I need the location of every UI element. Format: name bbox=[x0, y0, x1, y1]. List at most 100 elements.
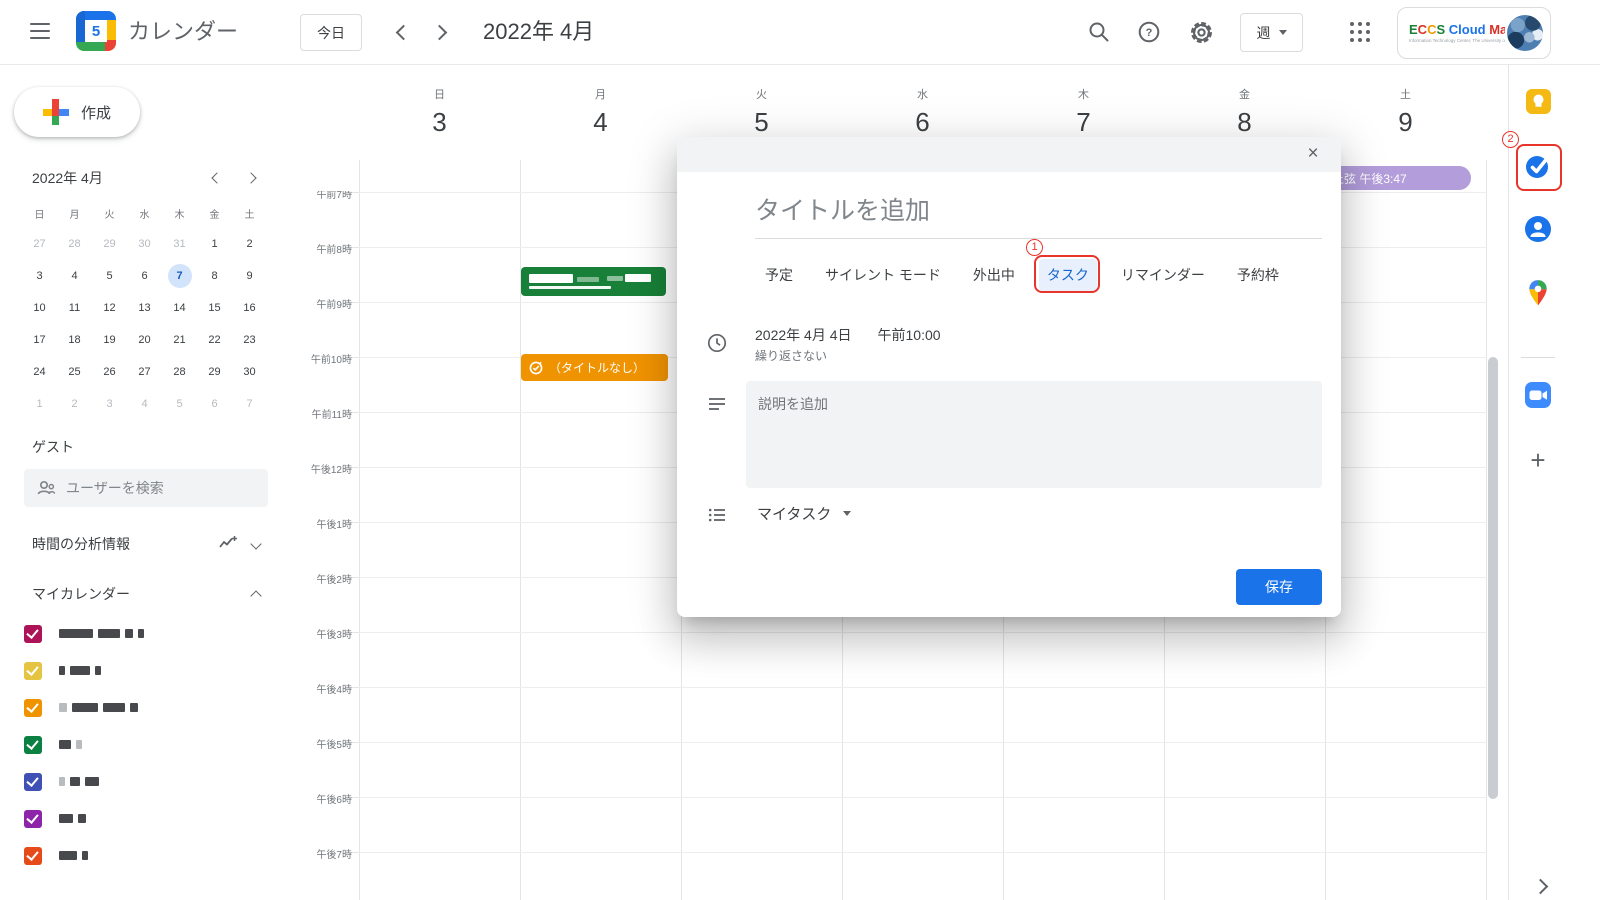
mini-calendar-prev-icon[interactable] bbox=[211, 172, 222, 183]
scrollbar-thumb[interactable] bbox=[1488, 357, 1498, 799]
avatar[interactable] bbox=[1507, 15, 1543, 51]
mini-calendar-day[interactable]: 8 bbox=[197, 260, 232, 292]
mini-calendar-day[interactable]: 27 bbox=[22, 228, 57, 260]
calendar-list-item[interactable] bbox=[24, 689, 274, 726]
prev-week-icon[interactable] bbox=[396, 25, 412, 41]
mini-calendar-day[interactable]: 23 bbox=[232, 324, 267, 356]
calendar-checkbox[interactable] bbox=[24, 662, 42, 680]
mini-calendar-day[interactable]: 1 bbox=[197, 228, 232, 260]
calendar-list-item[interactable] bbox=[24, 800, 274, 837]
mini-calendar-day[interactable]: 24 bbox=[22, 356, 57, 388]
mini-calendar-day[interactable]: 31 bbox=[162, 228, 197, 260]
mini-calendar-day[interactable]: 5 bbox=[162, 388, 197, 420]
mini-calendar-day[interactable]: 30 bbox=[127, 228, 162, 260]
account-card[interactable]: ECCS Cloud Mail Information Technology C… bbox=[1397, 7, 1551, 59]
mini-calendar-day[interactable]: 2 bbox=[57, 388, 92, 420]
mini-calendar-day[interactable]: 13 bbox=[127, 292, 162, 324]
chevron-down-icon[interactable] bbox=[250, 538, 261, 549]
mini-calendar-day[interactable]: 28 bbox=[57, 228, 92, 260]
next-week-icon[interactable] bbox=[432, 25, 448, 41]
mini-calendar-day[interactable]: 5 bbox=[92, 260, 127, 292]
mini-calendar-day[interactable]: 16 bbox=[232, 292, 267, 324]
datetime-row[interactable]: 2022年 4月 4日 午前10:00 bbox=[755, 325, 941, 345]
description-textarea[interactable]: 説明を追加 bbox=[746, 381, 1322, 488]
settings-gear-icon[interactable] bbox=[1188, 19, 1214, 45]
day-header-number[interactable]: 3 bbox=[432, 107, 446, 138]
event-task-untitled[interactable]: （タイトルなし） bbox=[521, 354, 668, 381]
mini-calendar-day[interactable]: 17 bbox=[22, 324, 57, 356]
task-list-selector[interactable]: マイタスク bbox=[757, 503, 851, 524]
mini-calendar-day[interactable]: 14 bbox=[162, 292, 197, 324]
mini-calendar-day[interactable]: 20 bbox=[127, 324, 162, 356]
mini-calendar-day[interactable]: 6 bbox=[127, 260, 162, 292]
tab[interactable]: 予約枠 bbox=[1237, 265, 1279, 285]
mini-calendar-day[interactable]: 3 bbox=[92, 388, 127, 420]
tasks-icon[interactable] bbox=[1518, 146, 1558, 186]
view-selector-dropdown[interactable]: 週 bbox=[1240, 13, 1303, 52]
calendar-list-item[interactable] bbox=[24, 763, 274, 800]
calendar-checkbox[interactable] bbox=[24, 736, 42, 754]
zoom-icon[interactable] bbox=[1518, 375, 1558, 415]
mini-calendar-day[interactable]: 3 bbox=[22, 260, 57, 292]
mini-calendar-next-icon[interactable] bbox=[245, 172, 256, 183]
mini-calendar-day[interactable]: 15 bbox=[197, 292, 232, 324]
mini-calendar-day[interactable]: 10 bbox=[22, 292, 57, 324]
mini-calendar-day[interactable]: 19 bbox=[92, 324, 127, 356]
tab[interactable]: リマインダー bbox=[1121, 265, 1205, 285]
calendar-checkbox[interactable] bbox=[24, 810, 42, 828]
help-icon[interactable]: ? bbox=[1136, 19, 1162, 45]
mini-calendar-day[interactable]: 22 bbox=[197, 324, 232, 356]
mini-calendar-day[interactable]: 1 bbox=[22, 388, 57, 420]
calendar-list-item[interactable] bbox=[24, 837, 274, 874]
tab[interactable]: 予定 bbox=[765, 265, 793, 285]
google-apps-grid-icon[interactable] bbox=[1348, 20, 1372, 44]
mini-calendar-day[interactable]: 12 bbox=[92, 292, 127, 324]
my-calendars-row[interactable]: マイカレンダー bbox=[32, 584, 260, 604]
get-addons-button[interactable]: + bbox=[1518, 440, 1558, 480]
calendar-logo[interactable]: 5 bbox=[76, 11, 116, 51]
save-button[interactable]: 保存 bbox=[1236, 569, 1322, 605]
tab[interactable]: サイレント モード bbox=[825, 265, 941, 285]
expand-panel-icon[interactable] bbox=[1533, 879, 1549, 895]
calendar-checkbox[interactable] bbox=[24, 773, 42, 791]
guest-search-box[interactable] bbox=[24, 469, 268, 507]
day-header-number[interactable]: 9 bbox=[1398, 107, 1412, 138]
mini-calendar-day[interactable]: 21 bbox=[162, 324, 197, 356]
mini-calendar-day[interactable]: 4 bbox=[57, 260, 92, 292]
close-icon[interactable]: × bbox=[1301, 142, 1325, 166]
mini-calendar-day[interactable]: 9 bbox=[232, 260, 267, 292]
calendar-list-item[interactable] bbox=[24, 726, 274, 763]
search-icon[interactable] bbox=[1086, 19, 1112, 45]
mini-calendar-day[interactable]: 28 bbox=[162, 356, 197, 388]
mini-calendar-day[interactable]: 4 bbox=[127, 388, 162, 420]
insights-row[interactable]: 時間の分析情報 bbox=[32, 534, 260, 554]
title-input[interactable] bbox=[755, 197, 1315, 226]
mini-calendar-day[interactable]: 7 bbox=[232, 388, 267, 420]
day-header-number[interactable]: 8 bbox=[1237, 107, 1251, 138]
mini-calendar-day[interactable]: 29 bbox=[92, 228, 127, 260]
keep-icon[interactable] bbox=[1518, 81, 1558, 121]
mini-calendar-day[interactable]: 11 bbox=[57, 292, 92, 324]
tab[interactable]: 外出中 bbox=[973, 265, 1015, 285]
day-header-number[interactable]: 4 bbox=[593, 107, 607, 138]
create-button[interactable]: 作成 bbox=[14, 87, 140, 137]
recurrence-value[interactable]: 繰り返さない bbox=[755, 347, 827, 364]
day-header-number[interactable]: 7 bbox=[1076, 107, 1090, 138]
mini-calendar-day[interactable]: 30 bbox=[232, 356, 267, 388]
guest-search-input[interactable] bbox=[66, 480, 216, 496]
mini-calendar-day[interactable]: 27 bbox=[127, 356, 162, 388]
mini-calendar-day[interactable]: 2 bbox=[232, 228, 267, 260]
event-redacted[interactable] bbox=[521, 267, 666, 296]
calendar-checkbox[interactable] bbox=[24, 625, 42, 643]
mini-calendar-day[interactable]: 29 bbox=[197, 356, 232, 388]
dialog-drag-handle[interactable] bbox=[677, 137, 1341, 172]
mini-calendar-day[interactable]: 25 bbox=[57, 356, 92, 388]
mini-calendar-day[interactable]: 7 bbox=[162, 260, 197, 292]
mini-calendar-day[interactable]: 26 bbox=[92, 356, 127, 388]
mini-calendar-day[interactable]: 18 bbox=[57, 324, 92, 356]
hamburger-menu-icon[interactable] bbox=[30, 23, 50, 41]
contacts-icon[interactable] bbox=[1518, 209, 1558, 249]
calendar-list-item[interactable] bbox=[24, 652, 274, 689]
calendar-checkbox[interactable] bbox=[24, 699, 42, 717]
day-header-number[interactable]: 6 bbox=[915, 107, 929, 138]
